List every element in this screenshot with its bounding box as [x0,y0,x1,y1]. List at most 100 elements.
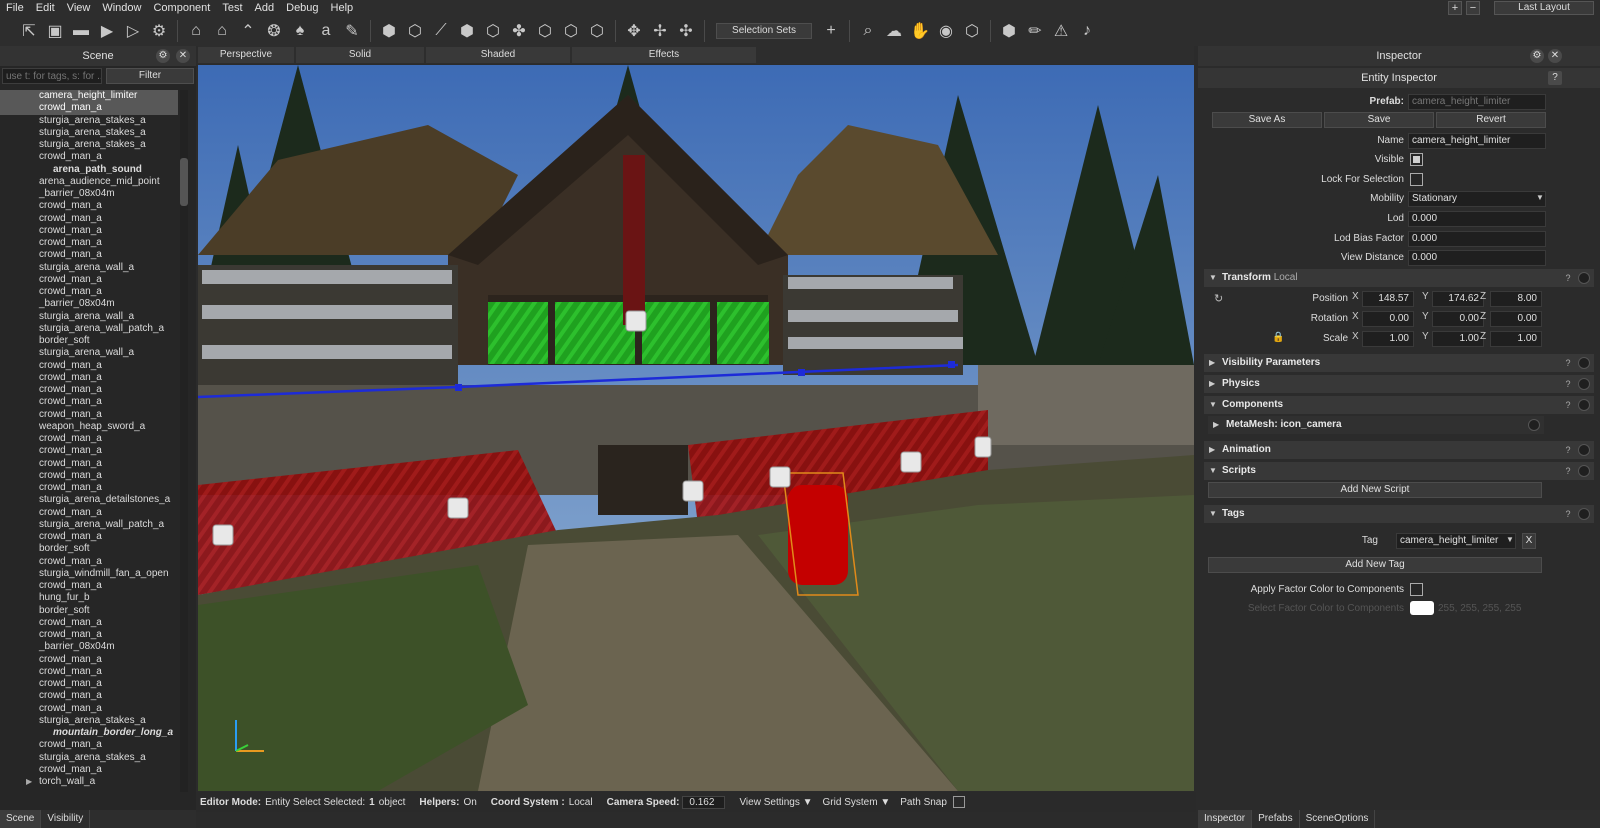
warning-icon[interactable]: ⚠ [1048,19,1074,43]
3d-viewport[interactable] [198,65,1194,791]
lock-checkbox[interactable] [1410,173,1423,186]
toggle-icon[interactable] [1578,378,1590,390]
paint-icon[interactable]: ✎ [339,19,365,43]
cube-misc-icon[interactable]: ⬡ [584,19,610,43]
scene-tree-item[interactable]: _barrier_08x04m [0,298,178,310]
scripts-section[interactable]: ▼ Scripts ? [1204,462,1594,480]
view-distance-field[interactable]: 0.000 [1408,250,1546,266]
coord-system-value[interactable]: Local [569,797,593,808]
menu-test[interactable]: Test [216,2,248,14]
close-icon[interactable]: ✕ [176,49,190,63]
scene-tree-item[interactable]: sturgia_arena_stakes_a [0,752,178,764]
scene-tree-item[interactable]: crowd_man_a [0,507,178,519]
tab-effects[interactable]: Effects [572,47,756,63]
tags-section[interactable]: ▼ Tags ? [1204,505,1594,523]
toggle-icon[interactable] [1578,444,1590,456]
add-new-tag-button[interactable]: Add New Tag [1208,557,1542,573]
house-icon[interactable]: ⌂ [183,19,209,43]
lod-field[interactable]: 0.000 [1408,211,1546,227]
rotate-tool-icon[interactable]: ✣ [673,19,699,43]
play-icon[interactable]: ▶ [94,19,120,43]
help-icon[interactable]: ? [1562,444,1574,456]
menu-view[interactable]: View [61,2,97,14]
scene-tree-item[interactable]: border_soft [0,543,178,555]
scene-tree-item[interactable]: hung_fur_b [0,592,178,604]
settings-icon[interactable]: ⚙ [146,19,172,43]
tab-perspective[interactable]: Perspective [198,47,294,63]
scene-tree-item[interactable]: crowd_man_a [0,531,178,543]
scene-tree-item[interactable]: crowd_man_a [0,433,178,445]
settings-icon[interactable]: ⚙ [156,49,170,63]
components-section[interactable]: ▼ Components ? [1204,396,1594,414]
scene-tree-item[interactable]: sturgia_arena_wall_a [0,347,178,359]
revert-button[interactable]: Revert [1436,112,1546,128]
filter-button[interactable]: Filter [106,68,194,84]
eye-icon[interactable]: ◉ [933,19,959,43]
asset-icon[interactable]: ❂ [261,19,287,43]
scene-tree-item[interactable]: crowd_man_a [0,458,178,470]
scene-tree-scroll-thumb[interactable] [180,158,188,206]
tab-inspector[interactable]: Inspector [1198,810,1253,828]
grid-system-dropdown[interactable]: Grid System ▼ [823,797,891,808]
menu-component[interactable]: Component [147,2,216,14]
metamesh-component[interactable]: ▶ MetaMesh: icon_camera [1208,416,1544,434]
tree-icon[interactable]: ♠ [287,19,313,43]
scene-tree-item[interactable]: sturgia_arena_wall_patch_a [0,519,178,531]
scene-tree-item[interactable]: arena_path_sound [0,164,178,176]
toggle-icon[interactable] [1578,272,1590,284]
scene-tree-item[interactable]: border_soft [0,605,178,617]
help-icon[interactable]: ? [1548,71,1562,85]
scene-tree-item[interactable]: _barrier_08x04m [0,188,178,200]
grid-cube-icon[interactable]: ⬡ [959,19,985,43]
scene-tree-item[interactable]: crowd_man_a [0,556,178,568]
move-tool-icon[interactable]: ✥ [621,19,647,43]
scale-z[interactable]: 1.00 [1490,331,1542,347]
scene-tree-item[interactable]: crowd_man_a [0,445,178,457]
save-button[interactable]: Save [1324,112,1434,128]
scene-tree-item[interactable]: crowd_man_a [0,286,178,298]
scene-tree-item[interactable]: crowd_man_a [0,225,178,237]
scene-tree-item[interactable]: crowd_man_a [0,629,178,641]
scene-tree-item[interactable]: _barrier_08x04m [0,641,178,653]
position-y[interactable]: 174.62 [1432,291,1484,307]
scene-tree-item[interactable]: crowd_man_a [0,666,178,678]
add-layout-button[interactable]: + [1448,1,1462,15]
cube-icon[interactable]: ⬢ [376,19,402,43]
scene-tree-item[interactable]: camera_height_limiter [0,90,178,103]
position-x[interactable]: 148.57 [1362,291,1414,307]
help-icon[interactable]: ? [1562,508,1574,520]
scene-tree-item[interactable]: crowd_man_a [0,372,178,384]
transform-section[interactable]: ▼ Transform Local ? [1204,269,1594,287]
name-field[interactable]: camera_height_limiter [1408,133,1546,149]
scene-tree-item[interactable]: crowd_man_a [0,384,178,396]
scene-tree-item[interactable]: crowd_man_a [0,200,178,212]
mobility-dropdown[interactable]: Stationary [1408,191,1546,207]
close-icon[interactable]: ✕ [1548,49,1562,63]
scene-tree-item[interactable]: border_soft [0,335,178,347]
scene-tree-item[interactable]: crowd_man_a [0,274,178,286]
path-snap-checkbox[interactable] [952,796,965,808]
add-selection-set-icon[interactable]: + [818,19,844,43]
menu-edit[interactable]: Edit [30,2,61,14]
scene-search-input[interactable] [2,68,102,84]
selection-sets-dropdown[interactable]: Selection Sets [716,23,812,39]
scene-tree-item[interactable]: crowd_man_a [0,654,178,666]
menu-add[interactable]: Add [249,2,281,14]
select-tool-icon[interactable]: ✢ [647,19,673,43]
scene-tree-item[interactable]: crowd_man_a [0,703,178,715]
tab-prefabs[interactable]: Prefabs [1252,810,1300,828]
expand-arrow-icon[interactable]: ▶ [26,776,32,788]
line-tool-icon[interactable]: ⟋ [428,19,454,43]
scene-tree-item[interactable]: sturgia_arena_wall_a [0,311,178,323]
scene-tree-item[interactable]: sturgia_arena_detailstones_a [0,494,178,506]
cube-plus-icon[interactable]: ⬡ [402,19,428,43]
save-icon[interactable]: ▣ [42,19,68,43]
toggle-icon[interactable] [1578,508,1590,520]
help-icon[interactable]: ? [1562,378,1574,390]
tab-scene[interactable]: Scene [0,810,42,828]
scene-tree-item[interactable]: sturgia_arena_wall_a [0,262,178,274]
visibility-parameters-section[interactable]: ▶ Visibility Parameters ? [1204,354,1594,372]
house-alt-icon[interactable]: ⌂ [209,19,235,43]
menu-help[interactable]: Help [325,2,360,14]
text-icon[interactable]: a [313,19,339,43]
